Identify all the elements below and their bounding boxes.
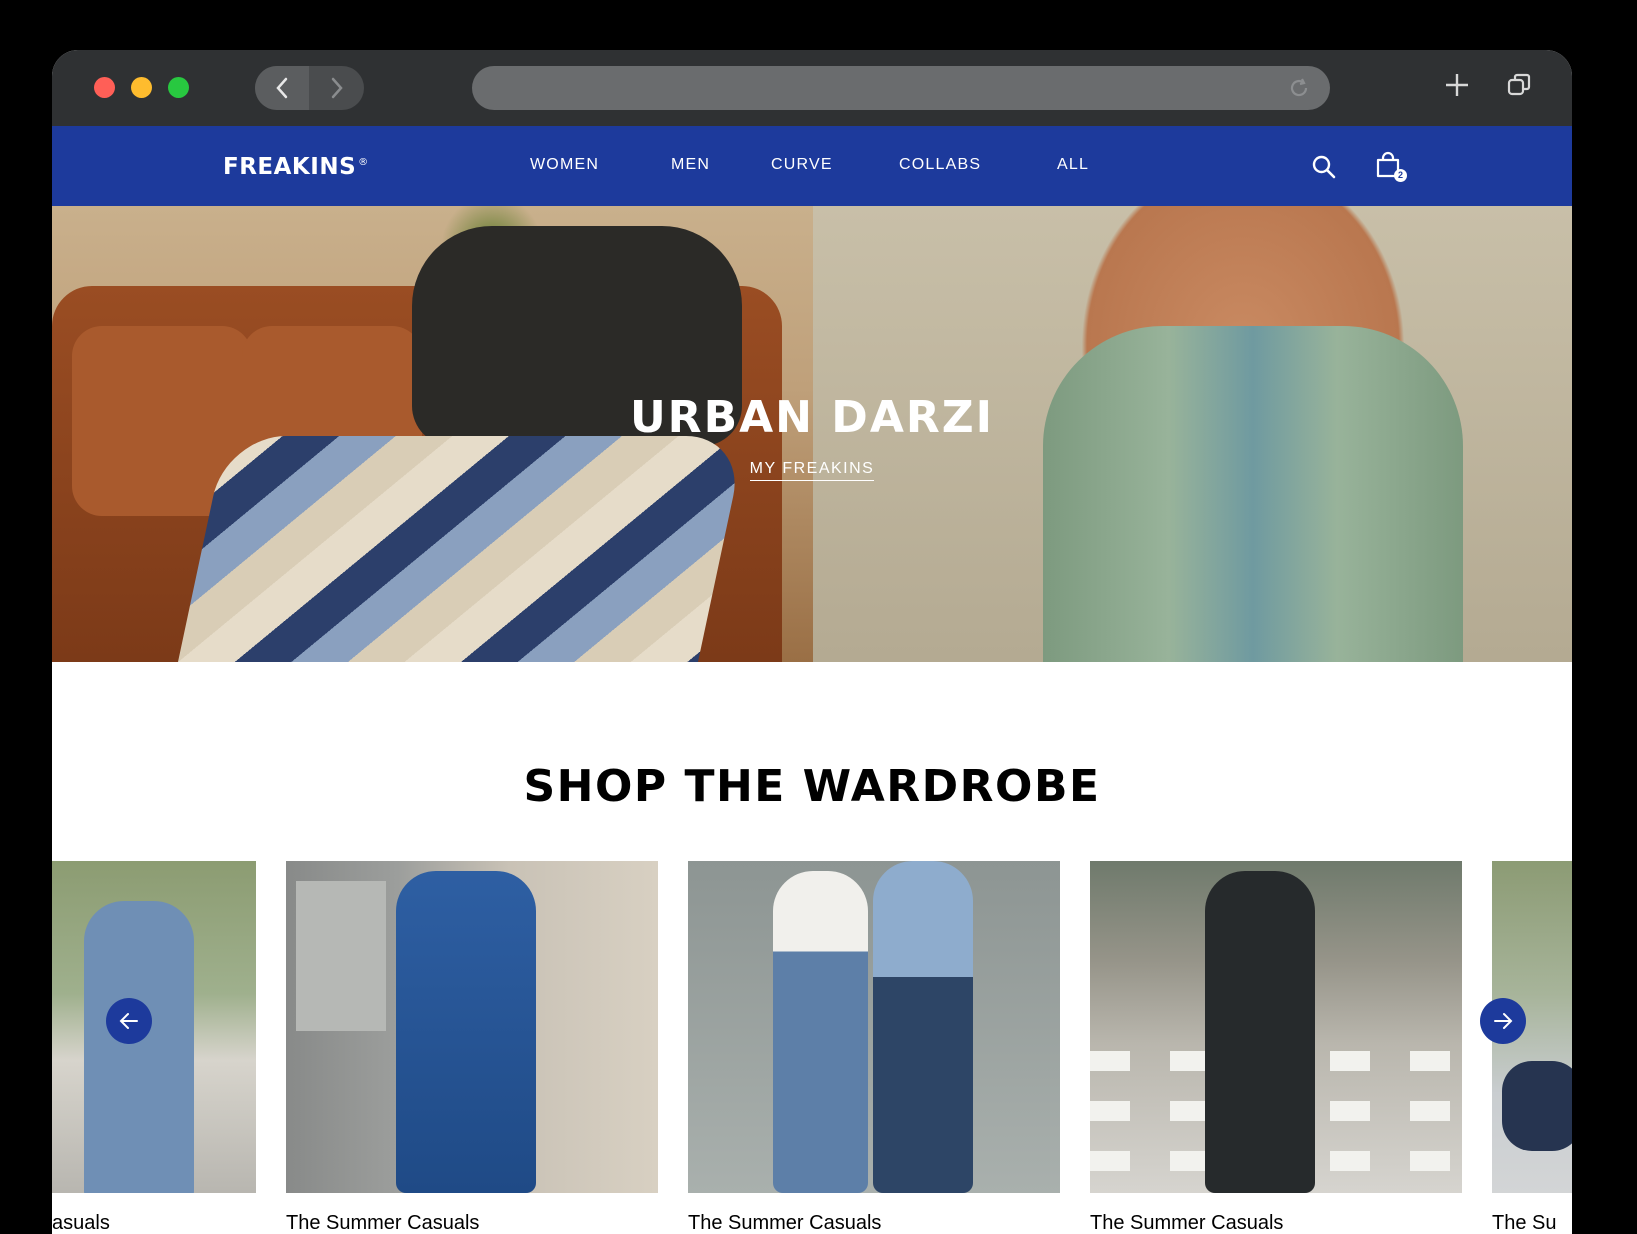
nav-men[interactable]: MEN (671, 156, 710, 174)
product-caption: asuals (52, 1212, 110, 1234)
carousel-prev-button[interactable] (106, 998, 152, 1044)
cart-button[interactable]: 2 (1374, 151, 1410, 187)
product-card[interactable]: The Su (1492, 861, 1572, 1234)
chevron-left-icon (276, 77, 288, 99)
back-button[interactable] (255, 66, 309, 110)
arrow-right-icon (1494, 1013, 1513, 1029)
forward-button[interactable] (310, 66, 364, 110)
cart-count-badge: 2 (1394, 169, 1407, 182)
product-card[interactable]: asuals (52, 861, 256, 1234)
chevron-right-icon (331, 77, 343, 99)
reload-icon[interactable] (1288, 77, 1310, 99)
section-title: SHOP THE WARDROBE (523, 761, 1101, 812)
minimize-window-button[interactable] (131, 77, 152, 98)
carousel-next-button[interactable] (1480, 998, 1526, 1044)
nav-curve[interactable]: CURVE (771, 156, 833, 174)
address-bar[interactable] (472, 66, 1330, 110)
close-window-button[interactable] (94, 77, 115, 98)
maximize-window-button[interactable] (168, 77, 189, 98)
product-card[interactable]: The Summer Casuals (286, 861, 658, 1234)
product-caption: The Summer Casuals (1090, 1212, 1284, 1234)
product-card[interactable]: The Summer Casuals (1090, 861, 1462, 1234)
product-card[interactable]: The Summer Casuals (688, 861, 1060, 1234)
history-nav (255, 66, 364, 110)
product-caption: The Summer Casuals (688, 1212, 882, 1234)
main-nav: WOMEN MEN CURVE COLLABS ALL (52, 126, 1572, 206)
hero-link[interactable]: MY FREAKINS (749, 460, 875, 481)
hero-banner[interactable]: URBAN DARZI MY FREAKINS (52, 206, 1572, 662)
plus-icon[interactable] (1444, 72, 1470, 98)
nav-women[interactable]: WOMEN (530, 156, 599, 174)
hero-title: URBAN DARZI (629, 392, 995, 443)
tabs-icon[interactable] (1506, 72, 1532, 98)
product-image (1090, 861, 1462, 1193)
arrow-left-icon (119, 1013, 138, 1029)
product-caption: The Summer Casuals (286, 1212, 480, 1234)
product-image (286, 861, 658, 1193)
site-header: FREAKINS ® WOMEN MEN CURVE COLLABS ALL 2 (52, 126, 1572, 206)
search-icon[interactable] (1311, 154, 1337, 180)
nav-all[interactable]: ALL (1057, 156, 1089, 174)
nav-collabs[interactable]: COLLABS (899, 156, 981, 174)
product-image (688, 861, 1060, 1193)
browser-window: FREAKINS® WOMEN MEN CURVE COLLABS ALL 2 (52, 50, 1572, 1234)
browser-toolbar (52, 50, 1572, 126)
product-caption: The Su (1492, 1212, 1557, 1234)
product-carousel: asuals The Summer Casuals The Summer Cas… (52, 861, 1572, 1234)
product-image (52, 861, 256, 1193)
